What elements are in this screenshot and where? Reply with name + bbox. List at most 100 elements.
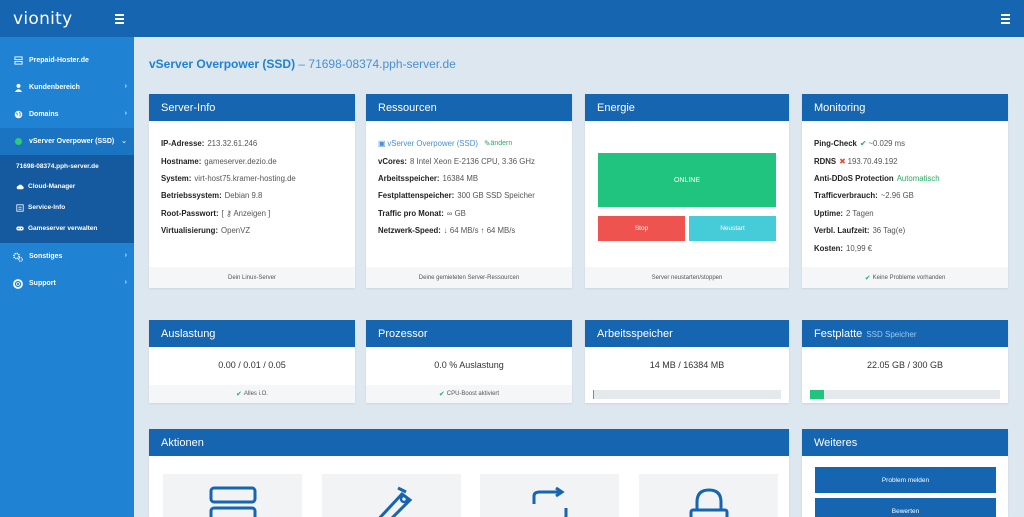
list-icon [16,203,24,212]
energy-card: Energie ONLINE Stop Neustart Server neus… [585,94,789,288]
cloud-icon [16,183,24,191]
traffic-value: ~2.96 GB [880,191,914,201]
info-value: Debian 9.8 [224,191,263,201]
sidebar-item-domains[interactable]: Domains › [0,101,134,128]
cpu-value: 0.0 % Auslastung [434,360,504,370]
check-icon: ✔ [864,274,871,282]
info-row: IP-Adresse: 213.32.61.246 [161,135,343,152]
action-tile-lock[interactable] [639,474,778,517]
footer-label: CPU-Boost aktiviert [446,391,500,397]
info-row: Betriebssystem: Debian 9.8 [161,187,343,204]
ddos-label: Anti-DDoS Protection [814,173,894,183]
card-title: Aktionen [149,429,789,456]
sidebar-item-label: vServer Overpower (SSD) [29,138,115,145]
resource-label: Arbeitsspeicher: [378,173,440,183]
report-problem-button[interactable]: Problem melden [815,467,996,493]
resource-row: Traffic pro Monat: ∞ GB [378,205,560,222]
globe-icon [13,110,23,120]
sidebar-item-gameserver[interactable]: Gameserver verwalten [0,218,134,239]
sidebar-item-kundenbereich[interactable]: Kundenbereich › [0,74,134,101]
key-icon: ⚷ [225,208,232,218]
change-link[interactable]: ändern [490,140,512,147]
page-title-product: vServer Overpower (SSD) [149,57,296,71]
menu-toggle-icon[interactable] [115,13,124,24]
cross-icon: ✖ [839,156,846,166]
action-tile-server[interactable] [163,474,302,517]
remaining-label: Verbl. Laufzeit: [814,226,870,236]
card-header: Festplatte SSD Speicher [802,320,1008,347]
cpu-card: Prozessor 0.0 % Auslastung ✔ CPU-Boost ak… [366,320,572,403]
page-title-separator: – [295,57,309,71]
stop-button[interactable]: Stop [598,216,685,241]
resource-value: ∞ GB [446,208,466,218]
logo[interactable]: vionity [13,9,73,29]
online-status-button[interactable]: ONLINE [598,153,776,207]
show-password-label: Anzeigen [233,208,266,218]
sidebar-item-prepaid-hoster[interactable]: Prepaid-Hoster.de [0,47,134,74]
info-label: IP-Adresse: [161,139,205,149]
cost-value: 10,99 € [846,243,873,253]
card-subtitle: SSD Speicher [866,329,917,339]
product-link[interactable]: vServer Overpower (SSD) [387,139,478,148]
chevron-down-icon: ⌄ [121,138,127,145]
sidebar-item-label: Sonstiges [29,253,63,260]
sidebar-item-service-info[interactable]: Service-Info [0,197,134,218]
sidebar-item-label: Prepaid-Hoster.de [29,57,89,64]
submenu-title: 71698-08374.pph-server.de [16,163,99,170]
chevron-right-icon: › [124,110,127,117]
cube-icon: ▣ [378,139,386,149]
card-title: Energie [585,94,789,121]
card-title: Festplatte [814,327,863,340]
resource-row: Arbeitsspeicher: 16384 MB [378,170,560,187]
card-title: Arbeitsspeicher [585,320,789,347]
ram-value: 14 MB / 16384 MB [649,360,725,370]
card-footer: Deine gemieteten Server-Ressourcen [366,267,572,288]
resource-label: Netzwerk-Speed: [378,226,441,236]
server-info-list: IP-Adresse: 213.32.61.246 Hostname: gamese… [149,121,355,239]
chevron-right-icon: › [124,279,127,286]
rate-button[interactable]: Bewerten [815,498,996,517]
resource-label: Traffic pro Monat: [378,208,444,218]
uptime-label: Uptime: [814,208,844,218]
ping-row: Ping-Check ✔ ~0.029 ms [814,135,996,152]
chevron-right-icon: › [124,252,127,259]
check-icon: ✔ [438,391,445,398]
resource-value: ↓ 64 MB/s ↑ 64 MB/s [443,226,516,236]
show-password-link[interactable]: [ ⚷ Anzeigen ] [222,209,271,218]
info-label: Root-Passwort: [161,208,219,218]
resource-value: 300 GB SSD Speicher [457,191,535,201]
brand-bar: vionity [0,0,134,37]
cost-row: Kosten: 10,99 € [814,239,996,256]
action-tile-transfer[interactable] [480,474,619,517]
sidebar-item-support[interactable]: Support › [0,270,134,297]
action-tile-tag[interactable] [322,474,461,517]
ddos-value: Automatisch [896,173,940,183]
ram-progress-bar [593,390,781,399]
resource-label: vCores: [378,156,408,166]
chevron-right-icon: › [124,83,127,90]
sidebar-item-label: Support [29,280,56,287]
resource-row: vCores: 8 Intel Xeon E-2136 CPU, 3.36 GHz [378,152,560,169]
sidebar-item-vserver[interactable]: vServer Overpower (SSD) ⌄ [0,128,134,155]
sidebar-item-cloud-manager[interactable]: Cloud-Manager [0,176,134,197]
disk-value: 22.05 GB / 300 GB [866,360,944,370]
info-value: virt-host75.kramer-hosting.de [194,173,296,183]
monitoring-card: Monitoring Ping-Check ✔ ~0.029 ms RDNS ✖ 193… [802,94,1008,288]
footer-label: Keine Probleme vorhanden [872,274,946,281]
card-footer: ✔ Alles i.O. [149,385,355,403]
info-label: System: [161,173,192,183]
sidebar-nav: Prepaid-Hoster.de Kundenbereich › Domain… [0,37,134,297]
product-row: ▣ vServer Overpower (SSD) ✎ ändern [378,135,560,152]
sidebar-item-sonstiges[interactable]: Sonstiges › [0,243,134,270]
card-title: Auslastung [149,320,355,347]
sidebar-submenu: 71698-08374.pph-server.de Cloud-Manager … [0,155,134,243]
info-value: OpenVZ [221,226,251,236]
disk-progress-bar [810,390,1000,399]
topbar-menu-icon[interactable] [1001,14,1010,24]
load-value: 0.00 / 0.01 / 0.05 [218,360,286,370]
remaining-value: 36 Tag(e) [872,226,906,236]
restart-button[interactable]: Neustart [689,216,776,241]
rdns-value: 193.70.49.192 [847,156,898,166]
topbar [134,0,1024,37]
info-label: Virtualisierung: [161,226,219,236]
